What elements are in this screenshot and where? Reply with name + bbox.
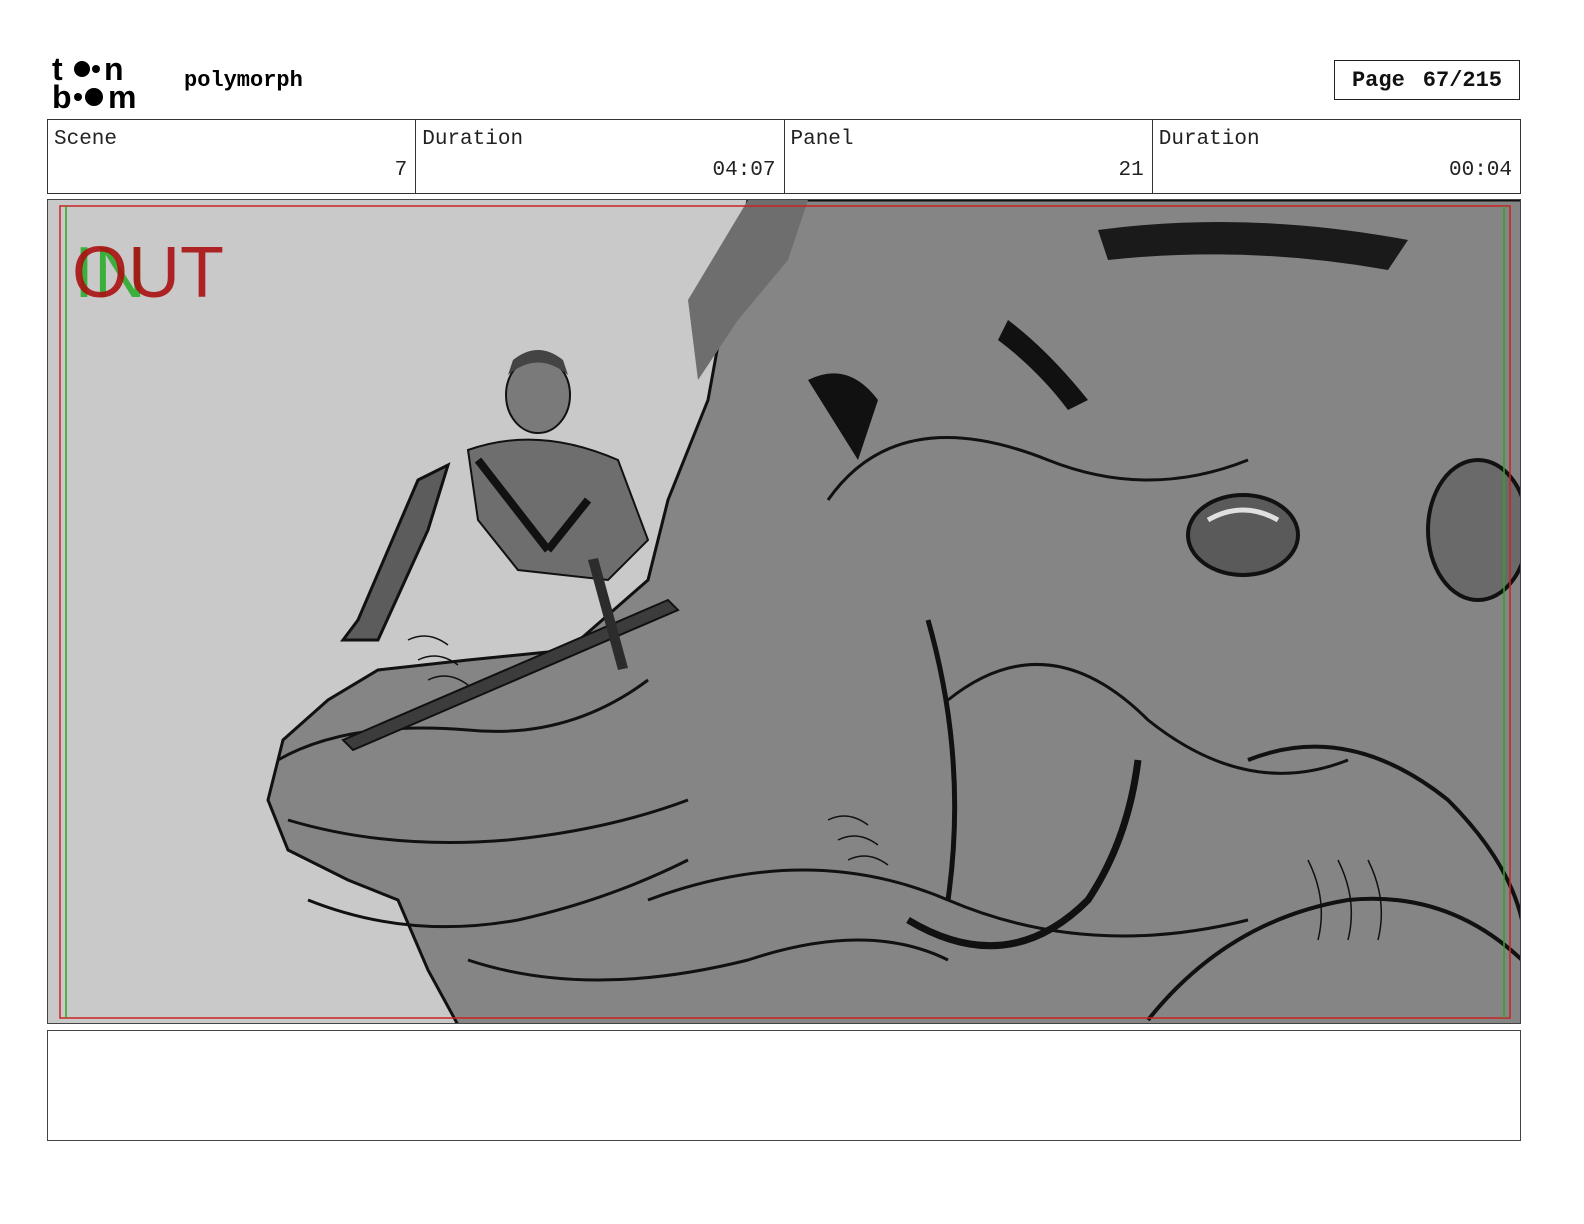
scene-duration-label: Duration — [422, 128, 524, 151]
panel-duration-label: Duration — [1158, 128, 1260, 151]
scene-info-table: Scene 7 Duration 04:07 Panel 21 Duration… — [47, 119, 1521, 194]
svg-text:m: m — [108, 79, 136, 112]
out-marker: OUT — [72, 233, 224, 313]
panel-cell: Panel 21 — [785, 120, 1153, 193]
creature-eye — [1186, 493, 1300, 577]
panel-value: 21 — [1118, 159, 1144, 182]
panel-notes — [47, 1030, 1521, 1141]
page-number: 67/215 — [1422, 67, 1503, 93]
panel-sketch: IN OUT — [48, 200, 1520, 1023]
scene-duration-cell: Duration 04:07 — [416, 120, 785, 193]
panel-duration-cell: Duration 00:04 — [1153, 120, 1520, 193]
panel-label: Panel — [790, 128, 854, 151]
svg-text:b: b — [52, 79, 72, 112]
scene-label: Scene — [54, 128, 118, 151]
page-indicator: Page 67/215 — [1334, 60, 1520, 100]
page-label: Page — [1351, 67, 1405, 93]
toon-boom-logo: t n b m — [52, 52, 136, 112]
scene-value: 7 — [394, 159, 408, 182]
creature-eye-2 — [1426, 458, 1520, 602]
panel-duration-value: 00:04 — [1448, 159, 1512, 182]
scene-cell: Scene 7 — [48, 120, 417, 193]
scene-duration-value: 04:07 — [712, 159, 776, 182]
project-title: polymorph — [184, 68, 303, 93]
storyboard-panel: IN OUT — [47, 199, 1521, 1024]
